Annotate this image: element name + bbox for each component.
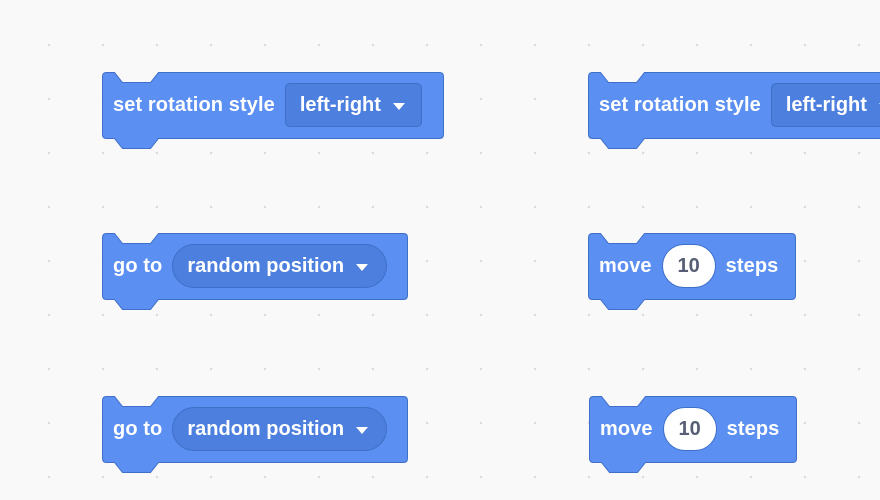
block-label: steps bbox=[725, 254, 779, 277]
script-workspace[interactable]: set rotation style left-right set rotati… bbox=[0, 0, 880, 500]
block-label: set rotation style bbox=[599, 93, 761, 116]
rotation-style-dropdown[interactable]: left-right bbox=[770, 83, 880, 127]
go-to-target-dropdown[interactable]: random position bbox=[172, 244, 388, 288]
go-to-block[interactable]: go to random position bbox=[102, 233, 408, 311]
steps-number-input[interactable]: 10 bbox=[662, 407, 717, 451]
block-label: go to bbox=[113, 417, 163, 440]
caret-down-icon bbox=[356, 426, 369, 434]
block-label: move bbox=[600, 417, 653, 440]
move-steps-block[interactable]: move 10 steps bbox=[589, 396, 797, 474]
caret-down-icon bbox=[356, 263, 369, 271]
move-steps-block[interactable]: move 10 steps bbox=[588, 233, 796, 311]
block-label: set rotation style bbox=[113, 93, 275, 116]
dropdown-value: random position bbox=[187, 417, 345, 440]
dropdown-value: left-right bbox=[299, 93, 381, 116]
block-label: move bbox=[599, 254, 652, 277]
go-to-block[interactable]: go to random position bbox=[102, 396, 408, 474]
steps-number-input[interactable]: 10 bbox=[661, 244, 716, 288]
rotation-style-dropdown[interactable]: left-right bbox=[284, 83, 422, 127]
block-label: go to bbox=[113, 254, 163, 277]
block-label: steps bbox=[726, 417, 780, 440]
dropdown-value: random position bbox=[187, 254, 345, 277]
dropdown-value: left-right bbox=[785, 93, 867, 116]
caret-down-icon bbox=[392, 102, 405, 110]
set-rotation-style-block[interactable]: set rotation style left-right bbox=[102, 72, 444, 150]
go-to-target-dropdown[interactable]: random position bbox=[172, 407, 388, 451]
set-rotation-style-block[interactable]: set rotation style left-right bbox=[588, 72, 880, 150]
